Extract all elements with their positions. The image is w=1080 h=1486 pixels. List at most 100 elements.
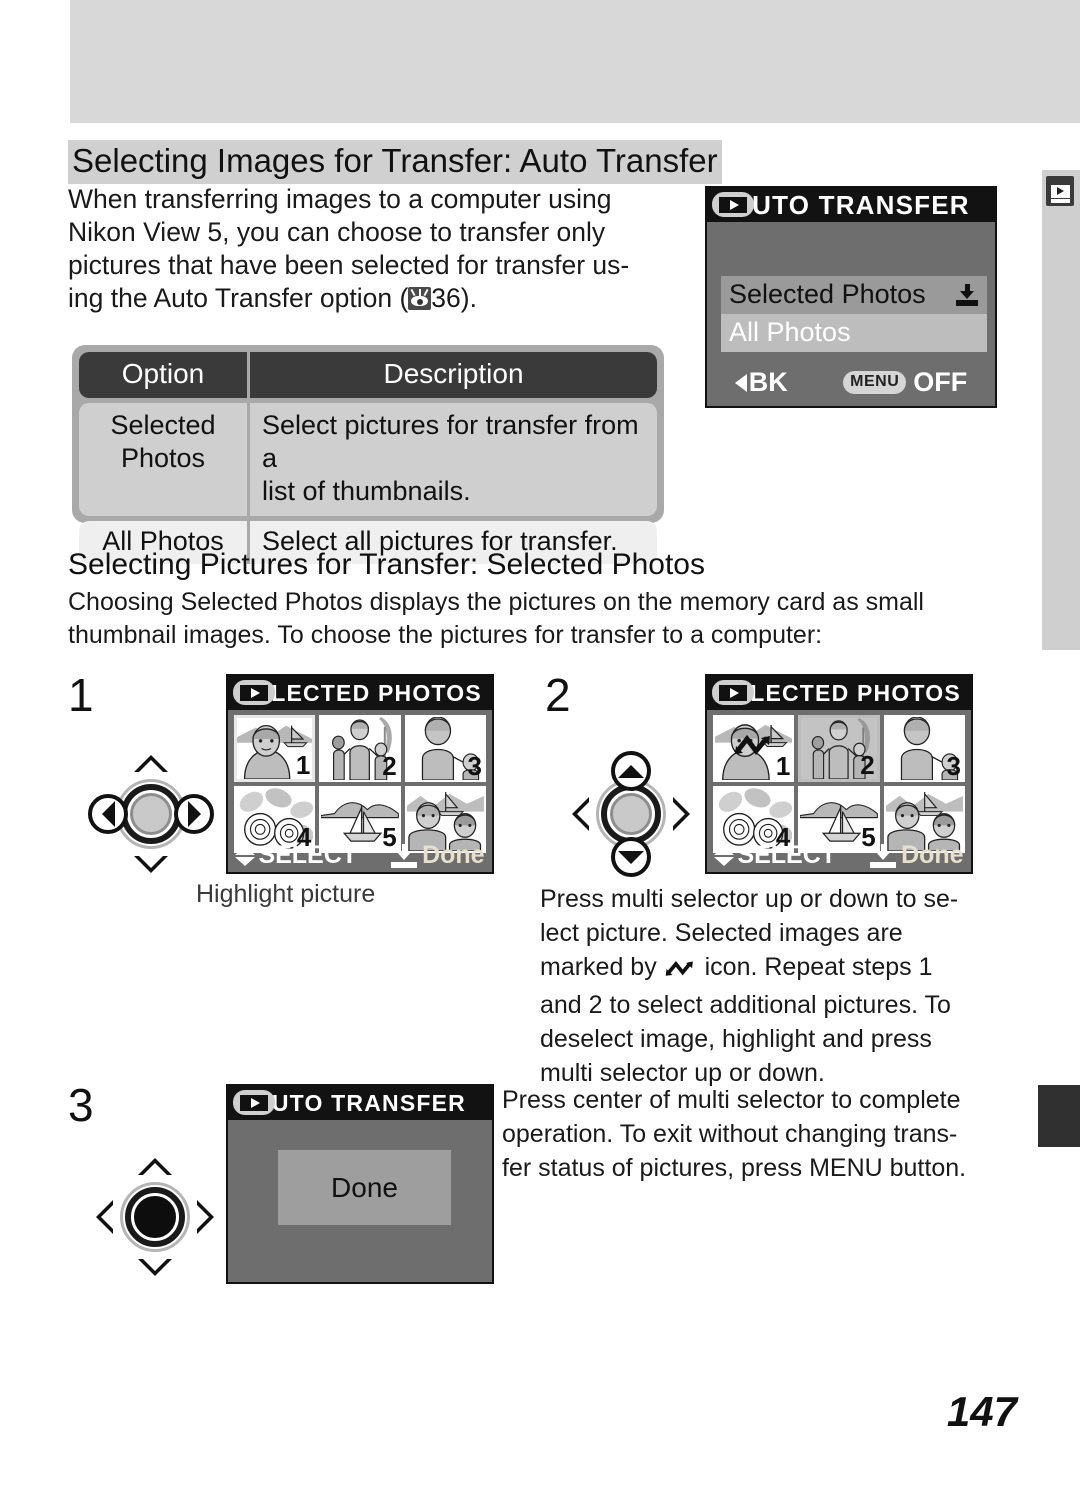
multi-selector-up-down — [572, 751, 690, 877]
back-button-hint[interactable]: BK — [734, 367, 788, 398]
done-label: Done — [422, 841, 485, 869]
thumbnail-3[interactable]: 3 — [404, 715, 486, 782]
done-message-box: Done — [278, 1150, 451, 1225]
off-label: OFF — [913, 367, 968, 397]
table-row: Selected Photos Select pictures for tran… — [79, 403, 657, 516]
paragraph-line: ing the Auto Transfer option ( — [68, 283, 409, 313]
playback-icon — [712, 192, 754, 217]
instruction-line: Press multi selector up or down to se- — [540, 885, 959, 913]
thumbnail-2[interactable]: 2 — [798, 715, 880, 782]
transfer-squiggle-icon — [733, 733, 777, 759]
description-line: list of thumbnails. — [262, 476, 471, 506]
up-down-arrows-icon — [714, 845, 735, 866]
playback-icon — [712, 680, 754, 705]
thumbnail-grid: 1 2 3 4 5 — [228, 710, 492, 853]
instruction-line: lect picture. Selected images are — [540, 919, 903, 947]
thumbnail-number: 1 — [295, 750, 311, 780]
menu-item-selected-photos[interactable]: Selected Photos — [721, 276, 987, 314]
up-button-icon — [611, 751, 651, 791]
table-header-option: Option — [79, 352, 247, 398]
section2-paragraph: Choosing Selected Photos displays the pi… — [68, 586, 1028, 652]
thumbnail-2[interactable]: 2 — [319, 715, 401, 782]
instruction-line: operation. To exit without changing tran… — [502, 1120, 958, 1148]
down-arrow-icon — [134, 856, 168, 873]
nikon-reference-eye-icon — [408, 287, 432, 310]
playback-icon — [233, 1090, 275, 1115]
left-button-icon — [88, 794, 128, 834]
paragraph-line: Nikon View 5, you can choose to transfer… — [68, 217, 606, 247]
left-arrow-icon — [96, 1200, 113, 1234]
header-band — [70, 0, 1080, 123]
selected-photos-screen-step2: SELECTED PHOTOS 1 2 3 4 5 SELECT Done — [705, 674, 973, 874]
lcd-title-bar: SELECTED PHOTOS — [707, 676, 971, 710]
lcd-footer: BK MENU OFF — [707, 367, 995, 398]
paragraph-line: Choosing Selected Photos displays the pi… — [68, 588, 924, 616]
instruction-line: and 2 to select additional pictures. To — [540, 991, 951, 1019]
back-label: BK — [748, 367, 788, 397]
thumbnail-number: 2 — [860, 750, 875, 780]
instruction-line: Press center of multi selector to comple… — [502, 1086, 961, 1114]
description-line: Select pictures for transfer from a — [262, 410, 639, 473]
thumbnail-number: 1 — [775, 751, 791, 781]
thumbnail-1[interactable]: 1 — [234, 715, 316, 782]
playback-icon — [233, 680, 275, 705]
instruction-line: deselect image, highlight and press — [540, 1025, 932, 1053]
menu-item-all-photos[interactable]: All Photos — [721, 314, 987, 352]
option-line: Photos — [120, 443, 206, 473]
instruction-text: icon. Repeat steps 1 — [697, 953, 933, 981]
step3-instructions: Press center of multi selector to comple… — [502, 1083, 1012, 1185]
done-label: Done — [901, 841, 964, 869]
option-line: Selected — [110, 410, 216, 440]
done-hint[interactable]: Done — [391, 841, 485, 870]
down-button-icon — [611, 837, 651, 877]
auto-transfer-done-screen: AUTO TRANSFER Done — [226, 1084, 494, 1284]
paragraph-tail: ). — [460, 283, 477, 313]
paragraph-line: When transferring images to a computer u… — [68, 184, 612, 214]
menu-button-pill: MENU — [843, 371, 907, 394]
lcd-title-text: AUTO TRANSFER — [732, 189, 970, 220]
transfer-mark-icon — [955, 283, 979, 306]
right-arrow-icon — [673, 797, 690, 831]
page-number: 147 — [946, 1388, 1017, 1435]
thumbnail-3[interactable]: 3 — [883, 715, 965, 782]
down-arrow-icon — [138, 1259, 172, 1276]
select-label: SELECT — [258, 841, 358, 869]
step-number-3: 3 — [68, 1079, 94, 1131]
paragraph-line: pictures that have been selected for tra… — [68, 250, 630, 280]
step-number-2: 2 — [545, 669, 571, 721]
instruction-line-with-icon: marked by icon. Repeat steps 1 — [540, 950, 1010, 988]
transfer-squiggle-icon — [664, 954, 698, 988]
step2-instructions: Press multi selector up or down to se- l… — [540, 882, 1010, 1090]
right-arrow-icon — [197, 1200, 214, 1234]
thumbnail-1[interactable]: 1 — [713, 715, 795, 782]
step-number-1: 1 — [68, 669, 94, 721]
lcd-title-bar: AUTO TRANSFER — [228, 1086, 492, 1120]
transfer-mark-icon — [391, 843, 418, 868]
selected-photos-screen-step1: SELECTED PHOTOS 1 2 3 4 5 SELECT Done — [226, 674, 494, 874]
menu-item-label: All Photos — [729, 317, 851, 347]
table-header-row: Option Description — [79, 352, 657, 398]
table-cell-description: Select pictures for transfer from a list… — [247, 403, 657, 516]
left-arrow-icon — [572, 797, 589, 831]
table-header-description: Description — [247, 352, 657, 398]
lcd-footer: SELECT Done — [228, 841, 492, 870]
multi-selector-left-right — [88, 755, 214, 873]
select-hint[interactable]: SELECT — [714, 841, 836, 870]
left-arrow-icon — [734, 373, 747, 392]
playback-menu-icon — [1046, 176, 1074, 206]
lcd-title-bar: SELECTED PHOTOS — [228, 676, 492, 710]
select-label: SELECT — [737, 841, 837, 869]
side-rail — [1042, 170, 1080, 650]
menu-off-hint[interactable]: MENU OFF — [843, 367, 967, 398]
select-hint[interactable]: SELECT — [235, 841, 357, 870]
ref-page-number: 36 — [431, 283, 461, 313]
thumbnail-number: 2 — [382, 751, 397, 781]
chapter-tab-marker — [1038, 1085, 1080, 1147]
up-down-arrows-icon — [235, 845, 256, 866]
done-hint[interactable]: Done — [870, 841, 964, 870]
lcd-title-bar: AUTO TRANSFER — [707, 188, 995, 222]
section1-paragraph: When transferring images to a computer u… — [68, 183, 698, 315]
multi-selector-center-pressed — [96, 1158, 214, 1276]
right-button-icon — [174, 794, 214, 834]
thumbnail-number: 3 — [946, 751, 961, 781]
